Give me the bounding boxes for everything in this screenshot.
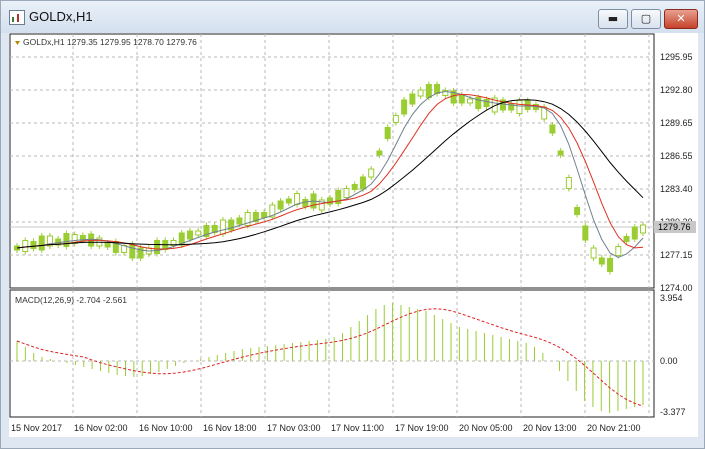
candle-body — [351, 184, 358, 190]
macd-label: MACD(12,26,9) -2.704 -2.561 — [15, 295, 127, 305]
candle-body — [590, 247, 597, 259]
candle-body — [565, 177, 572, 189]
price-axis: 1295.95 1292.80 1289.65 1286.55 1283.40 … — [660, 52, 693, 293]
minimize-icon: ▬ — [607, 12, 619, 25]
time-axis-label: 20 Nov 05:00 — [459, 423, 513, 433]
current-price-marker: 1279.76 — [654, 221, 696, 233]
candle-body — [261, 212, 268, 218]
candle-body — [483, 99, 490, 107]
candle-body — [277, 200, 284, 210]
candle-body — [343, 188, 350, 198]
candle-body — [401, 99, 408, 115]
candle-body — [549, 124, 556, 134]
candle-body — [607, 258, 614, 272]
macd-pane — [9, 289, 655, 418]
candle-body — [294, 193, 301, 205]
price-chart[interactable]: 1295.95 1292.80 1289.65 1286.55 1283.40 … — [9, 33, 698, 437]
candle-body — [582, 225, 589, 241]
chart-info-line: GOLDx,H1 1279.35 1279.95 1278.70 1279.76 — [15, 37, 197, 47]
candle-body — [631, 226, 638, 240]
candle-body — [409, 93, 416, 105]
candle-body — [376, 150, 383, 156]
candle-body — [129, 243, 136, 259]
current-price-label: 1279.76 — [658, 222, 691, 232]
time-axis-label: 16 Nov 02:00 — [74, 423, 128, 433]
candle-body — [458, 94, 465, 104]
price-axis-label: 1295.95 — [660, 52, 693, 62]
time-axis-label: 20 Nov 13:00 — [523, 423, 577, 433]
time-axis: 15 Nov 2017 16 Nov 02:00 16 Nov 10:00 16… — [11, 423, 641, 433]
candle-body — [640, 224, 646, 234]
candle-body — [384, 127, 391, 139]
candle-body — [236, 217, 243, 225]
chart-window-icon — [9, 10, 25, 25]
time-axis-label: 16 Nov 10:00 — [139, 423, 193, 433]
price-axis-label: 1277.15 — [660, 250, 693, 260]
price-axis-label: 1286.55 — [660, 151, 693, 161]
time-axis-label: 17 Nov 11:00 — [331, 423, 384, 433]
price-axis-label: 1292.80 — [660, 85, 693, 95]
window-title: GOLDx,H1 — [29, 9, 93, 24]
macd-axis-label: 0.00 — [660, 356, 678, 366]
macd-axis: 3.954 0.00 -3.377 — [660, 293, 686, 417]
candle-body — [623, 236, 630, 242]
maximize-button[interactable]: ▢ — [631, 9, 661, 29]
candle-body — [598, 257, 605, 265]
maximize-icon: ▢ — [640, 12, 652, 25]
candle-body — [417, 89, 424, 97]
chart-window: GOLDx,H1 ▬ ▢ ✕ 1295.95 1292.80 1289.65 1… — [0, 0, 705, 449]
candle-body — [285, 198, 292, 204]
candle-body — [574, 207, 581, 215]
candle-body — [368, 168, 375, 178]
price-axis-label: 1283.40 — [660, 184, 693, 194]
candle-body — [154, 240, 161, 254]
time-axis-label: 17 Nov 19:00 — [395, 423, 449, 433]
candle-body — [219, 219, 226, 235]
price-pane — [9, 33, 655, 289]
time-axis-label: 20 Nov 21:00 — [587, 423, 641, 433]
candle-body — [302, 199, 309, 207]
candle-body — [38, 235, 45, 251]
time-axis-label: 17 Nov 03:00 — [267, 423, 321, 433]
candle-body — [516, 100, 523, 114]
time-axis-label: 16 Nov 18:00 — [203, 423, 257, 433]
candle-body — [557, 150, 564, 156]
candle-body — [425, 84, 432, 98]
macd-axis-label: 3.954 — [660, 293, 683, 303]
candle-body — [467, 98, 474, 104]
price-axis-label: 1274.00 — [660, 283, 693, 293]
macd-axis-label: -3.377 — [660, 407, 686, 417]
candle-body — [615, 246, 622, 256]
candle-body — [434, 84, 441, 94]
close-icon: ✕ — [676, 12, 686, 25]
candle-body — [186, 230, 193, 240]
candle-body — [359, 176, 366, 190]
title-bar[interactable]: GOLDx,H1 ▬ ▢ ✕ — [1, 1, 704, 33]
candle-body — [63, 233, 70, 247]
chart-info-text: GOLDx,H1 1279.35 1279.95 1278.70 1279.76 — [23, 37, 197, 47]
candle-body — [22, 240, 29, 252]
close-button[interactable]: ✕ — [664, 9, 698, 29]
chart-area[interactable]: 1295.95 1292.80 1289.65 1286.55 1283.40 … — [9, 33, 698, 437]
candle-body — [195, 230, 202, 236]
candle-body — [30, 241, 37, 249]
time-axis-label: 15 Nov 2017 — [11, 423, 62, 433]
candle-body — [327, 197, 333, 205]
candle-body — [392, 115, 399, 123]
price-axis-label: 1289.65 — [660, 118, 693, 128]
candle-body — [104, 242, 111, 248]
minimize-button[interactable]: ▬ — [598, 9, 628, 29]
